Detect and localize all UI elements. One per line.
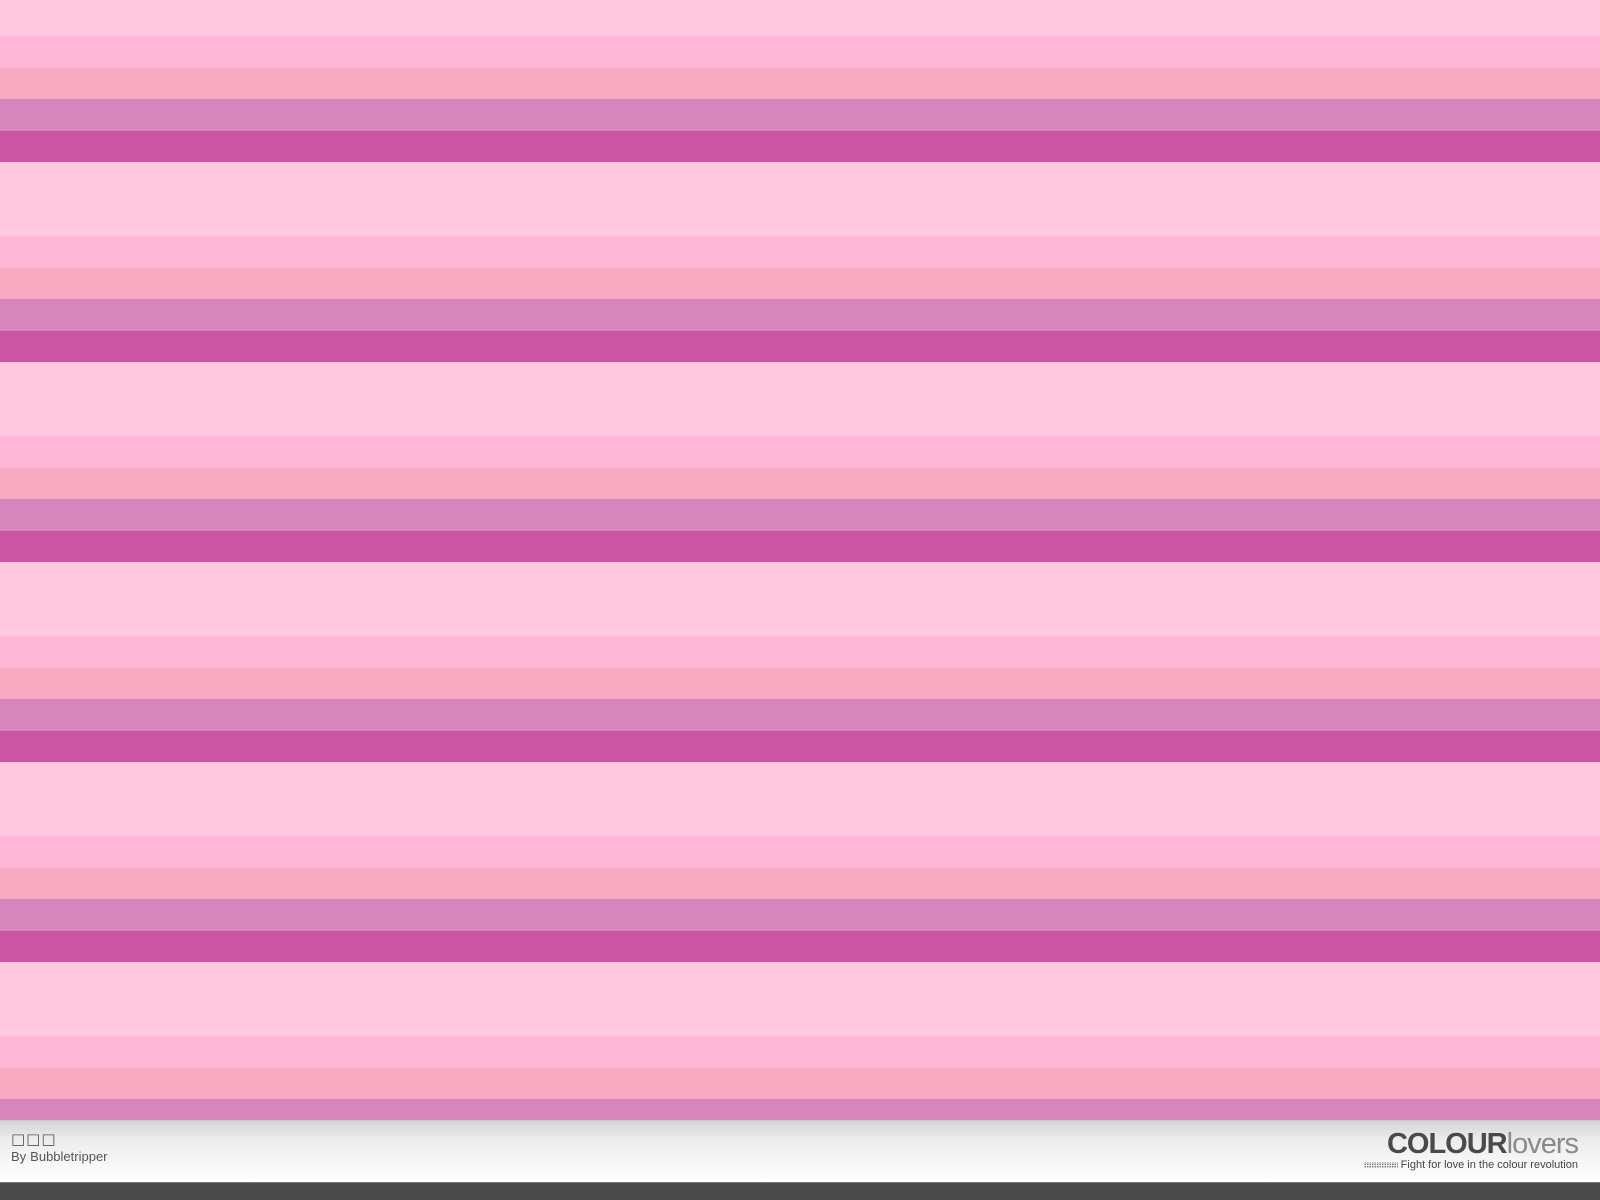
- stripe-band: [0, 400, 1600, 436]
- stripe-band: [0, 600, 1600, 636]
- colourlovers-logo[interactable]: COLOURlovers Fight for love in the colou…: [1363, 1128, 1579, 1172]
- stripe-band: [0, 131, 1600, 162]
- stripe-band: [0, 268, 1600, 299]
- pattern-author-line: By Bubbletripper: [11, 1150, 108, 1164]
- logo-name-light: lovers: [1506, 1128, 1579, 1160]
- logo-name-bold: COLOUR: [1386, 1128, 1508, 1160]
- stripe-band: [0, 468, 1600, 499]
- stripe-band: [0, 99, 1600, 131]
- stripe-band: [0, 68, 1600, 99]
- author-name[interactable]: Bubbletripper: [30, 1149, 107, 1164]
- author-prefix: By: [11, 1149, 27, 1164]
- stripe-band: [0, 1068, 1600, 1099]
- stripe-band: [0, 931, 1600, 962]
- stripe-band: [0, 36, 1600, 68]
- stripe-band: [0, 200, 1600, 236]
- stripe-band: [0, 836, 1600, 868]
- dotted-rule-icon: [1363, 1162, 1398, 1169]
- stripe-band: [0, 1000, 1600, 1036]
- stripe-band: [0, 731, 1600, 762]
- stripe-band: [0, 499, 1600, 531]
- bottom-bar: [0, 1182, 1600, 1200]
- stripe-band: [0, 899, 1600, 931]
- stripe-band: [0, 699, 1600, 731]
- stripe-band: [0, 1099, 1600, 1120]
- pattern-title: □□□: [11, 1130, 57, 1148]
- footer-bar: [0, 1120, 1600, 1182]
- logo-tagline: Fight for love in the colour revolution: [1363, 1159, 1578, 1172]
- stripe-band: [0, 668, 1600, 699]
- stripe-pattern: [0, 0, 1600, 1120]
- stripe-band: [0, 636, 1600, 668]
- stripe-band: [0, 531, 1600, 562]
- tagline-text: Fight for love in the colour revolution: [1400, 1159, 1578, 1171]
- stripe-band: [0, 299, 1600, 331]
- stripe-band: [0, 1036, 1600, 1068]
- stripe-band: [0, 331, 1600, 362]
- stripe-band: [0, 868, 1600, 899]
- stripe-band: [0, 436, 1600, 468]
- logo-wordmark: COLOURlovers: [1364, 1128, 1579, 1160]
- stripe-band: [0, 800, 1600, 836]
- stripe-band: [0, 236, 1600, 268]
- stripe-band: [0, 0, 1600, 36]
